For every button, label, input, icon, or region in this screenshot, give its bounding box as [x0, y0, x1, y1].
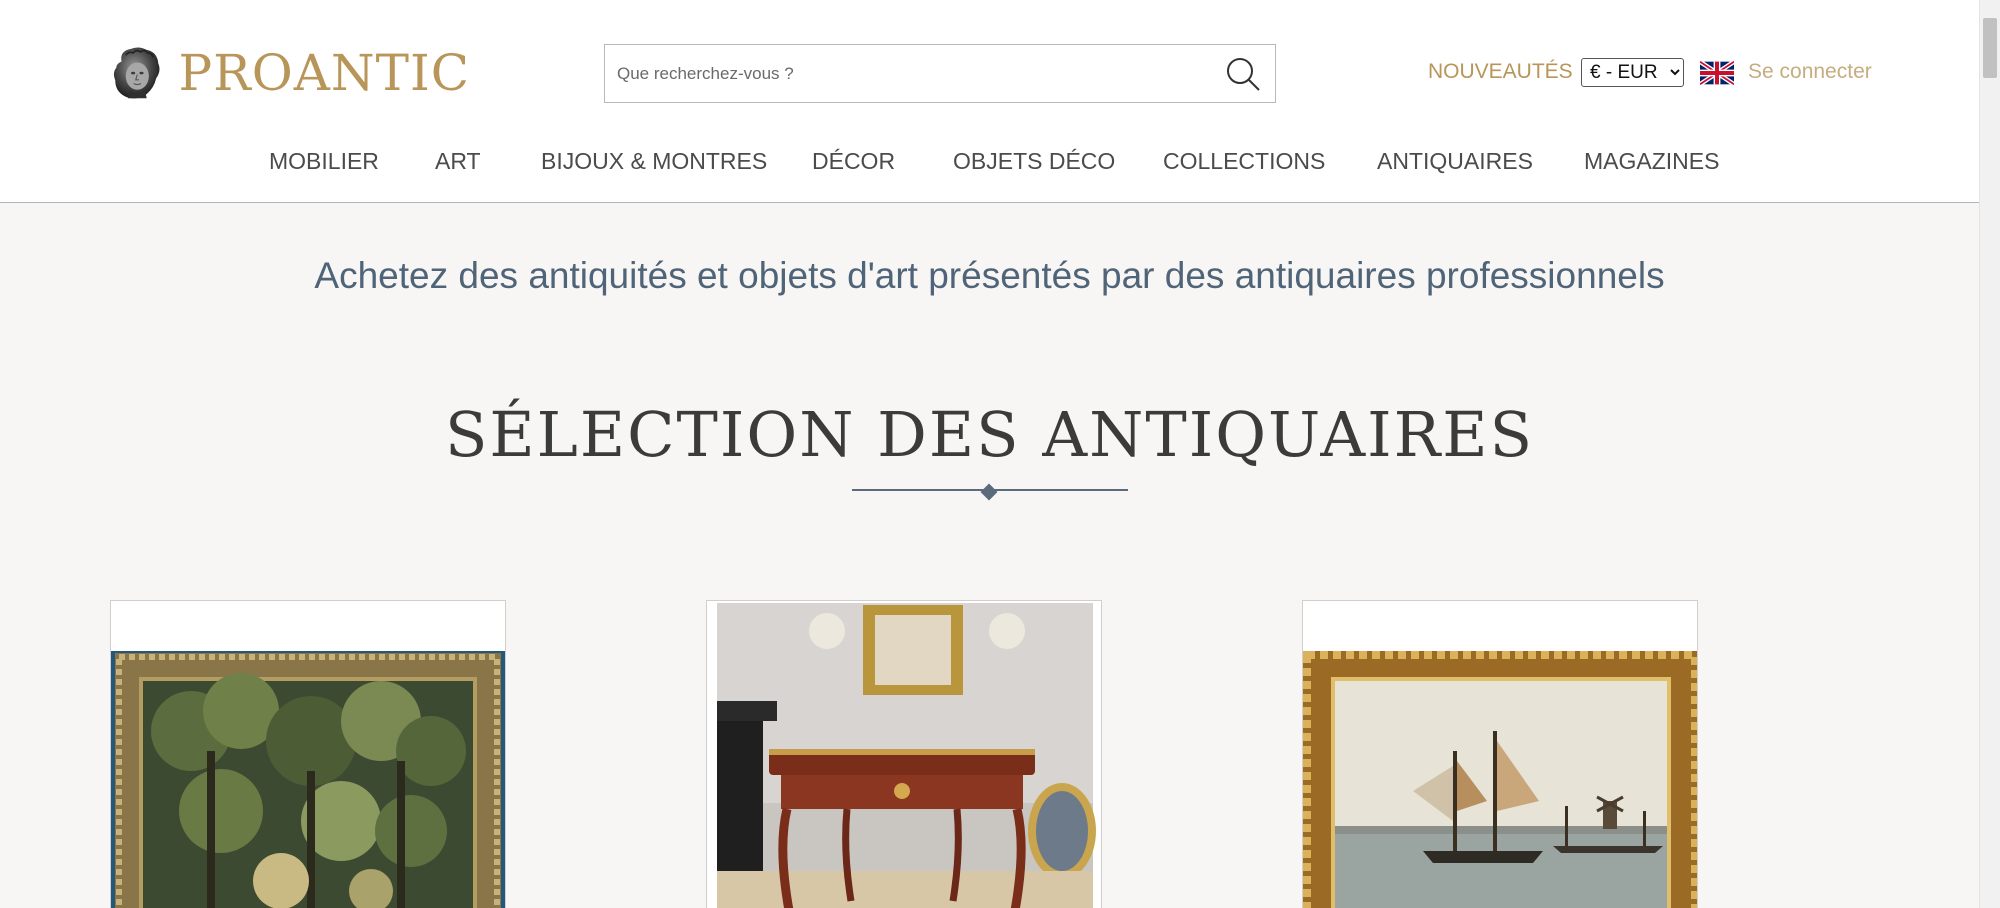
nav-item-magazines[interactable]: MAGAZINES — [1584, 148, 1719, 175]
search-bar — [604, 44, 1276, 103]
currency-select[interactable]: € - EUR — [1581, 58, 1684, 87]
search-icon[interactable] — [1223, 55, 1263, 93]
desk-image — [707, 601, 1101, 908]
search-input[interactable] — [605, 45, 1205, 102]
scrollbar-thumb[interactable] — [1983, 18, 1997, 78]
product-card-desk[interactable] — [706, 600, 1102, 908]
nav-item-bijoux-montres[interactable]: BIJOUX & MONTRES — [541, 148, 767, 175]
nav-item-objets-deco[interactable]: OBJETS DÉCO — [953, 148, 1115, 175]
nav-item-collections[interactable]: COLLECTIONS — [1163, 148, 1325, 175]
nav-item-antiquaires[interactable]: ANTIQUAIRES — [1377, 148, 1533, 175]
product-card-painting[interactable] — [1302, 600, 1698, 908]
site-logo[interactable]: PROANTIC — [110, 20, 470, 126]
seascape-painting-image — [1303, 601, 1697, 908]
site-header: PROANTIC NOUVEAUTÉS € - EUR Se connecter… — [0, 0, 1979, 203]
main-nav: MOBILIER ART BIJOUX & MONTRES DÉCOR OBJE… — [0, 148, 1979, 178]
section-title: SÉLECTION DES ANTIQUAIRES — [444, 398, 1535, 471]
new-arrivals-link[interactable]: NOUVEAUTÉS — [1428, 60, 1573, 84]
nav-item-decor[interactable]: DÉCOR — [812, 148, 895, 175]
tapestry-image — [111, 601, 505, 908]
page-scrollbar[interactable] — [1979, 0, 2000, 908]
login-link[interactable]: Se connecter — [1748, 60, 1872, 84]
uk-flag-icon[interactable] — [1700, 61, 1734, 85]
page-tagline: Achetez des antiquités et objets d'art p… — [314, 255, 1665, 296]
bust-logo-icon — [113, 47, 160, 99]
nav-item-mobilier[interactable]: MOBILIER — [269, 148, 379, 175]
title-divider-ornament — [980, 483, 998, 501]
product-card-tapestry[interactable] — [110, 600, 506, 908]
logo-wordmark: PROANTIC — [178, 44, 470, 102]
nav-item-art[interactable]: ART — [435, 148, 481, 175]
